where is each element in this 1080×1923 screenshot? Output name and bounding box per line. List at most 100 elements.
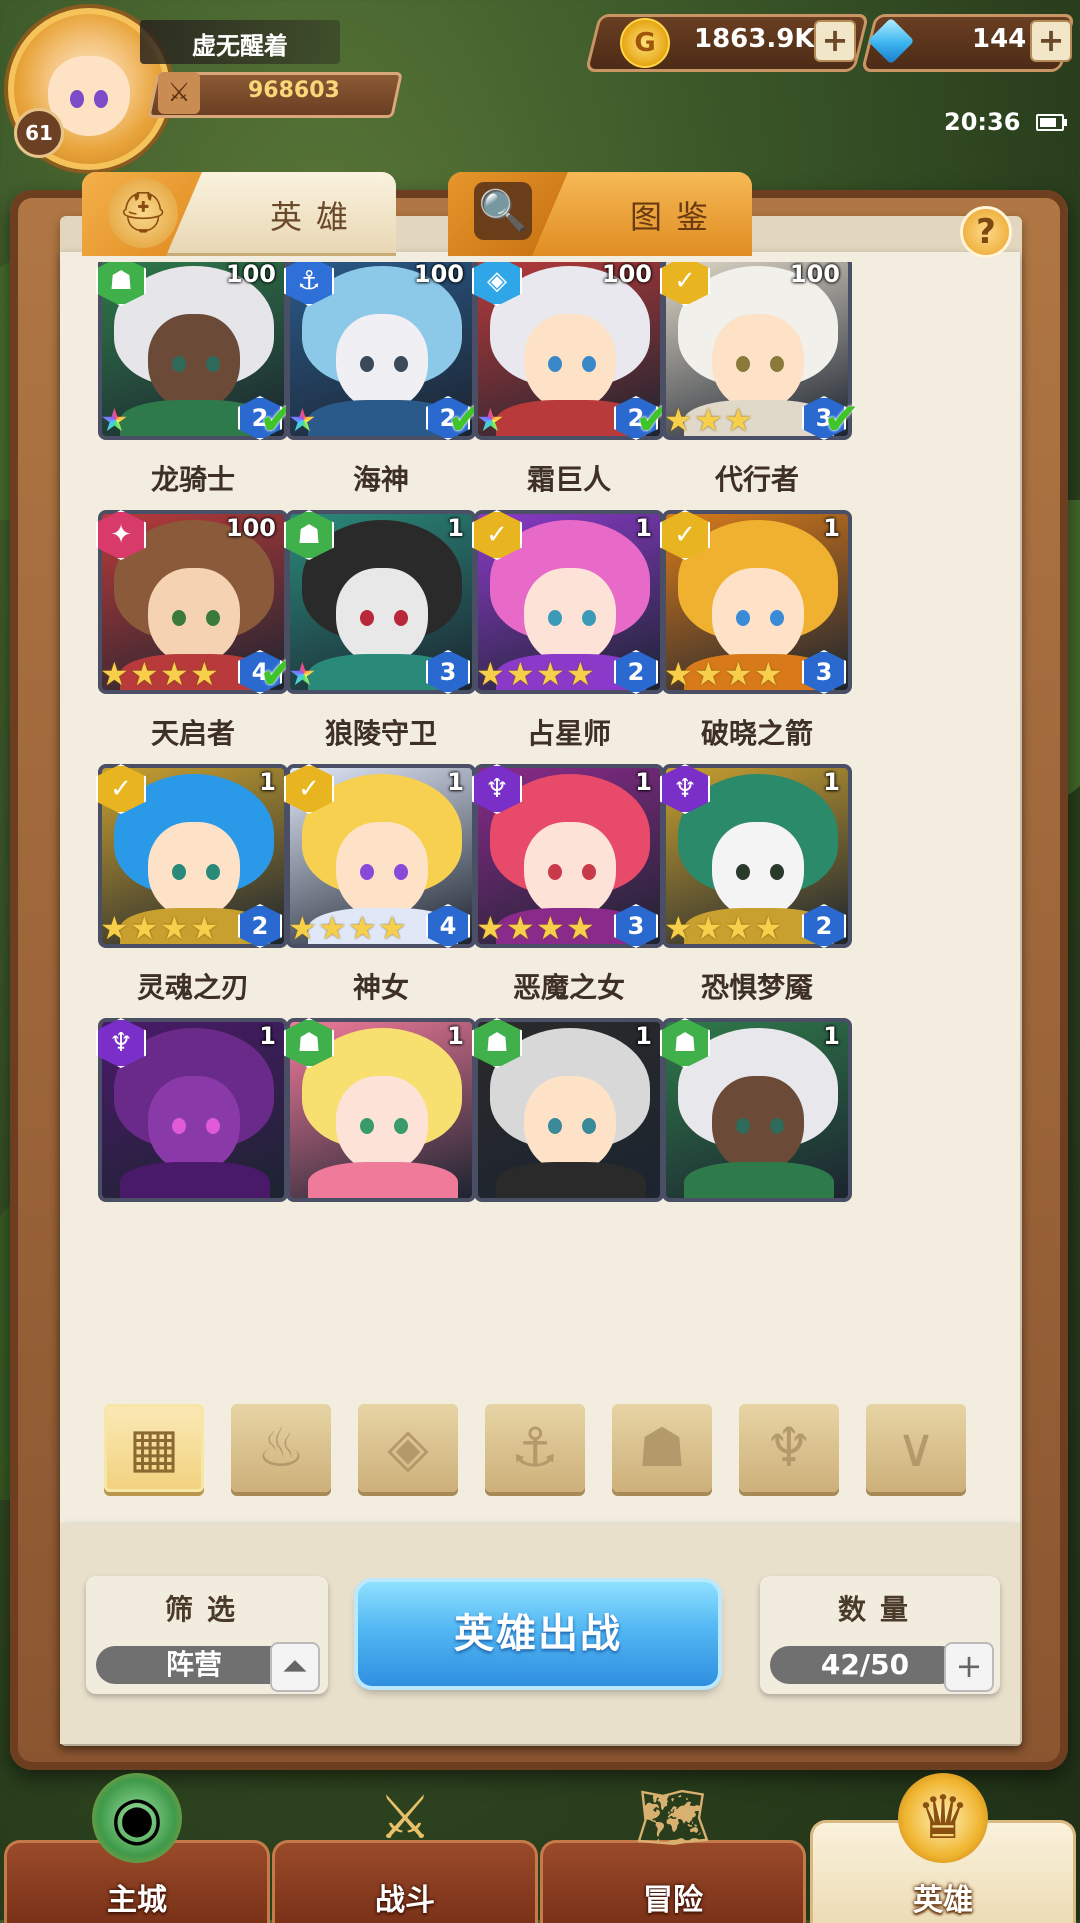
- hero-card[interactable]: ✓ 1 ★ ★ ★ ★ 4 神女: [284, 754, 476, 1004]
- hero-card[interactable]: ☗ 1: [660, 1008, 852, 1202]
- hero-card[interactable]: ♆ 1: [96, 1008, 288, 1202]
- hero-level: 100: [601, 262, 652, 288]
- faction-filter-chevron[interactable]: ∨: [866, 1404, 966, 1492]
- hero-eye: [394, 1118, 408, 1134]
- beast-icon: ☗: [637, 1416, 687, 1479]
- hero-name: 天启者: [150, 717, 235, 750]
- help-button[interactable]: ?: [960, 206, 1012, 258]
- diamond-icon: ◈: [387, 1416, 429, 1479]
- star-icon: ★: [348, 909, 377, 947]
- gold-coin-icon: G: [620, 18, 670, 68]
- faction-filter-all[interactable]: ▦: [104, 1404, 204, 1492]
- nav-label: 英雄: [913, 1883, 973, 1918]
- filter-value[interactable]: 阵营: [96, 1646, 292, 1684]
- nav-main-city[interactable]: ◉ 主城: [4, 1773, 270, 1923]
- hero-card[interactable]: ◈ 100 ★ 2 ✔ 霜巨人: [472, 262, 672, 496]
- star-icon: ★: [754, 909, 783, 947]
- checkmark-icon: ✔: [823, 394, 860, 445]
- hero-level: 100: [413, 262, 464, 288]
- star-icon: ★: [694, 401, 723, 439]
- star-icon: ★: [694, 909, 723, 947]
- hero-level: 100: [789, 262, 840, 288]
- hero-stars: ★ ★ ★ ★: [100, 658, 220, 692]
- hero-card[interactable]: ☗ 1: [472, 1008, 664, 1202]
- faction-filter-beast[interactable]: ☗: [612, 1404, 712, 1492]
- hero-level: 100: [225, 262, 276, 288]
- hero-grid[interactable]: ☗ 100 ★ 2 ✔ 龙骑士 ⚓ 100 ★ 2 ✔ 海神 ◈ 100 ★ 2 ✔ 霜巨人 ✓ 100 ★ ★ ★ 3 ✔ 代行…: [60, 262, 1020, 1362]
- player-level-badge: 61: [14, 108, 64, 158]
- add-gold-button[interactable]: +: [814, 20, 856, 62]
- hero-stars: ★ ★ ★: [664, 404, 754, 438]
- hero-card[interactable]: ✓ 1 ★ ★ ★ ★ 3 破晓之箭: [660, 500, 852, 750]
- tab-codex-label: 图鉴: [630, 198, 723, 236]
- star-icon: ★: [318, 909, 347, 947]
- tab-codex[interactable]: 🔍 图鉴: [448, 172, 752, 256]
- star-icon: ★: [476, 909, 505, 947]
- star-icon: ★: [160, 655, 189, 693]
- hero-stars: ★: [288, 404, 318, 438]
- star-icon: ★: [130, 655, 159, 693]
- nav-adventure[interactable]: 🗺 冒险: [540, 1783, 806, 1923]
- faction-filter-flame[interactable]: ♨: [231, 1404, 331, 1492]
- star-icon: ★: [160, 909, 189, 947]
- hero-eye: [360, 356, 374, 372]
- hero-eye: [770, 610, 784, 626]
- hero-eye: [206, 356, 220, 372]
- hero-eye: [172, 1118, 186, 1134]
- star-icon: ★: [754, 655, 783, 693]
- star-icon: ★: [130, 909, 159, 947]
- hero-card[interactable]: ✦ 100 ★ ★ ★ ★ 4 ✔ 天启者: [96, 500, 296, 750]
- hero-name: 恶魔之女: [512, 971, 625, 1004]
- hero-card[interactable]: ✓ 1 ★ ★ ★ ★ 2 占星师: [472, 500, 664, 750]
- hero-card[interactable]: ✓ 1 ★ ★ ★ ★ 2 灵魂之刃: [96, 754, 288, 1004]
- hero-level: 1: [447, 1022, 464, 1050]
- star-icon: ★: [378, 909, 407, 947]
- player-power: 968603: [248, 78, 340, 103]
- add-gems-button[interactable]: +: [1030, 20, 1072, 62]
- demon-icon: ♆: [764, 1416, 814, 1479]
- hero-body: [120, 1162, 270, 1198]
- city-icon: ◉: [92, 1773, 182, 1863]
- hero-stars: ★: [288, 658, 318, 692]
- tab-heroes[interactable]: ⛑ 英雄: [82, 172, 396, 256]
- hero-stars: ★ ★ ★ ★: [476, 658, 596, 692]
- hero-card[interactable]: ☗ 100 ★ 2 ✔ 龙骑士: [96, 262, 296, 496]
- faction-filter-demon[interactable]: ♆: [739, 1404, 839, 1492]
- hero-card[interactable]: ♆ 1 ★ ★ ★ ★ 2 恐惧梦魇: [660, 754, 852, 1004]
- nav-heroes[interactable]: ♛ 英雄: [810, 1773, 1076, 1923]
- gem-amount: 144: [972, 24, 1027, 54]
- faction-filter-anchor[interactable]: ⚓: [485, 1404, 585, 1492]
- plus-icon: +: [955, 1647, 983, 1685]
- count-panel: 数量 42/50 +: [760, 1576, 1000, 1694]
- deploy-heroes-button[interactable]: 英雄出战: [358, 1582, 718, 1686]
- star-icon: ★: [664, 655, 693, 693]
- avatar-eye: [70, 90, 84, 108]
- nav-battle[interactable]: ⚔ 战斗: [272, 1783, 538, 1923]
- hero-eye: [548, 864, 562, 880]
- hero-card[interactable]: ♆ 1 ★ ★ ★ ★ 3 恶魔之女: [472, 754, 664, 1004]
- hero-face: [336, 822, 428, 918]
- hero-eye: [206, 1118, 220, 1134]
- hero-eye: [770, 1118, 784, 1134]
- anchor-icon: ⚓: [510, 1416, 560, 1479]
- hero-card[interactable]: ✓ 100 ★ ★ ★ 3 ✔ 代行者: [660, 262, 860, 496]
- hero-level: 1: [259, 1022, 276, 1050]
- hero-eye: [394, 356, 408, 372]
- hero-stars: ★ ★ ★ ★: [288, 912, 408, 946]
- filter-toggle-button[interactable]: ⏶: [270, 1642, 320, 1692]
- hero-face: [148, 568, 240, 664]
- expand-capacity-button[interactable]: +: [944, 1642, 994, 1692]
- faction-filter-diamond[interactable]: ◈: [358, 1404, 458, 1492]
- star-icon: ★: [288, 404, 320, 436]
- hero-name: 灵魂之刃: [136, 971, 249, 1004]
- star-icon: ★: [288, 909, 317, 947]
- star-icon: ★: [190, 909, 219, 947]
- hero-card[interactable]: ⚓ 100 ★ 2 ✔ 海神: [284, 262, 484, 496]
- hero-card[interactable]: ☗ 1 ★ 3 狼陵守卫: [284, 500, 476, 750]
- hero-face: [148, 1076, 240, 1172]
- hero-card[interactable]: ☗ 1: [284, 1008, 476, 1202]
- battery-icon: [1036, 114, 1067, 131]
- star-icon: ★: [100, 655, 129, 693]
- triangle-up-icon: ⏶: [282, 1647, 308, 1685]
- star-icon: ★: [506, 909, 535, 947]
